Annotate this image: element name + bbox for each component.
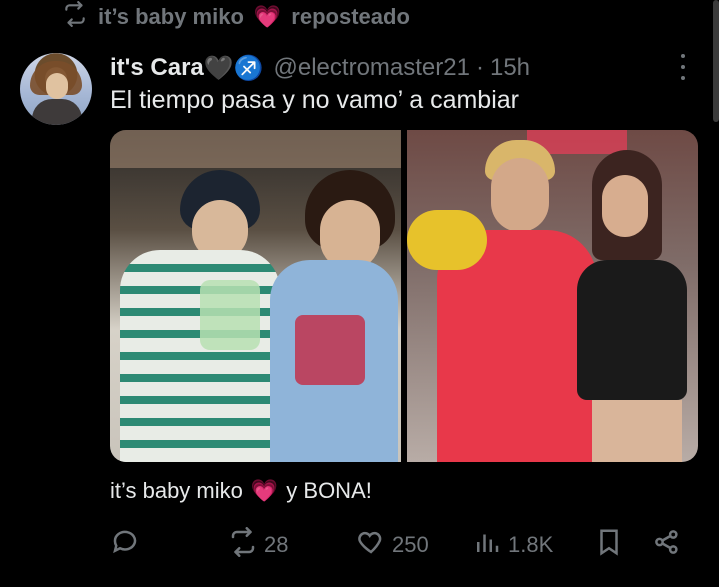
- scrollbar[interactable]: [713, 0, 719, 122]
- like-count: 250: [392, 532, 429, 557]
- avatar[interactable]: [20, 53, 92, 125]
- share-button[interactable]: [652, 527, 682, 563]
- repost-label: reposteado: [291, 4, 410, 29]
- repost-icon: [228, 527, 258, 563]
- views-button[interactable]: 1.8K: [472, 527, 553, 563]
- tweet-text: El tiempo pasa y no vamo’ a cambiar: [110, 86, 519, 114]
- repost-indicator[interactable]: it’s baby miko 💗 reposteado: [62, 0, 410, 33]
- separator: ·: [475, 54, 484, 81]
- photo-right[interactable]: [407, 130, 698, 462]
- share-icon: [652, 527, 682, 563]
- reposter-name[interactable]: it’s baby miko: [98, 4, 244, 30]
- caption-emoji: 💗: [250, 478, 279, 503]
- photo-left[interactable]: [110, 130, 401, 462]
- like-button[interactable]: 250: [356, 527, 429, 563]
- repost-count: 28: [264, 532, 289, 557]
- media-grid: [110, 130, 698, 462]
- caption-suffix: y BONA!: [286, 478, 372, 503]
- author-handle[interactable]: @electromaster21: [274, 54, 470, 82]
- caption: it’s baby miko 💗 y BONA!: [110, 478, 372, 504]
- reposter-emoji: 💗: [253, 4, 282, 29]
- author-emoji: 🖤♐: [203, 54, 264, 82]
- action-bar: 28 250 1.8K: [110, 527, 690, 563]
- bookmark-icon: [594, 527, 624, 563]
- view-count: 1.8K: [508, 532, 554, 557]
- heart-icon: [356, 527, 386, 563]
- author-name[interactable]: it's Cara: [110, 54, 204, 82]
- reply-button[interactable]: [110, 527, 140, 563]
- caption-text: it’s baby miko: [110, 478, 243, 503]
- timestamp[interactable]: 15h: [490, 54, 530, 82]
- repost-icon: [62, 0, 88, 33]
- reply-icon: [110, 527, 140, 563]
- more-options-icon[interactable]: [673, 54, 693, 80]
- views-icon: [472, 527, 502, 563]
- bookmark-button[interactable]: [594, 527, 624, 563]
- repost-button[interactable]: 28: [228, 527, 288, 563]
- tweet-header: it's Cara 🖤♐ @electromaster21 · 15h: [110, 50, 530, 86]
